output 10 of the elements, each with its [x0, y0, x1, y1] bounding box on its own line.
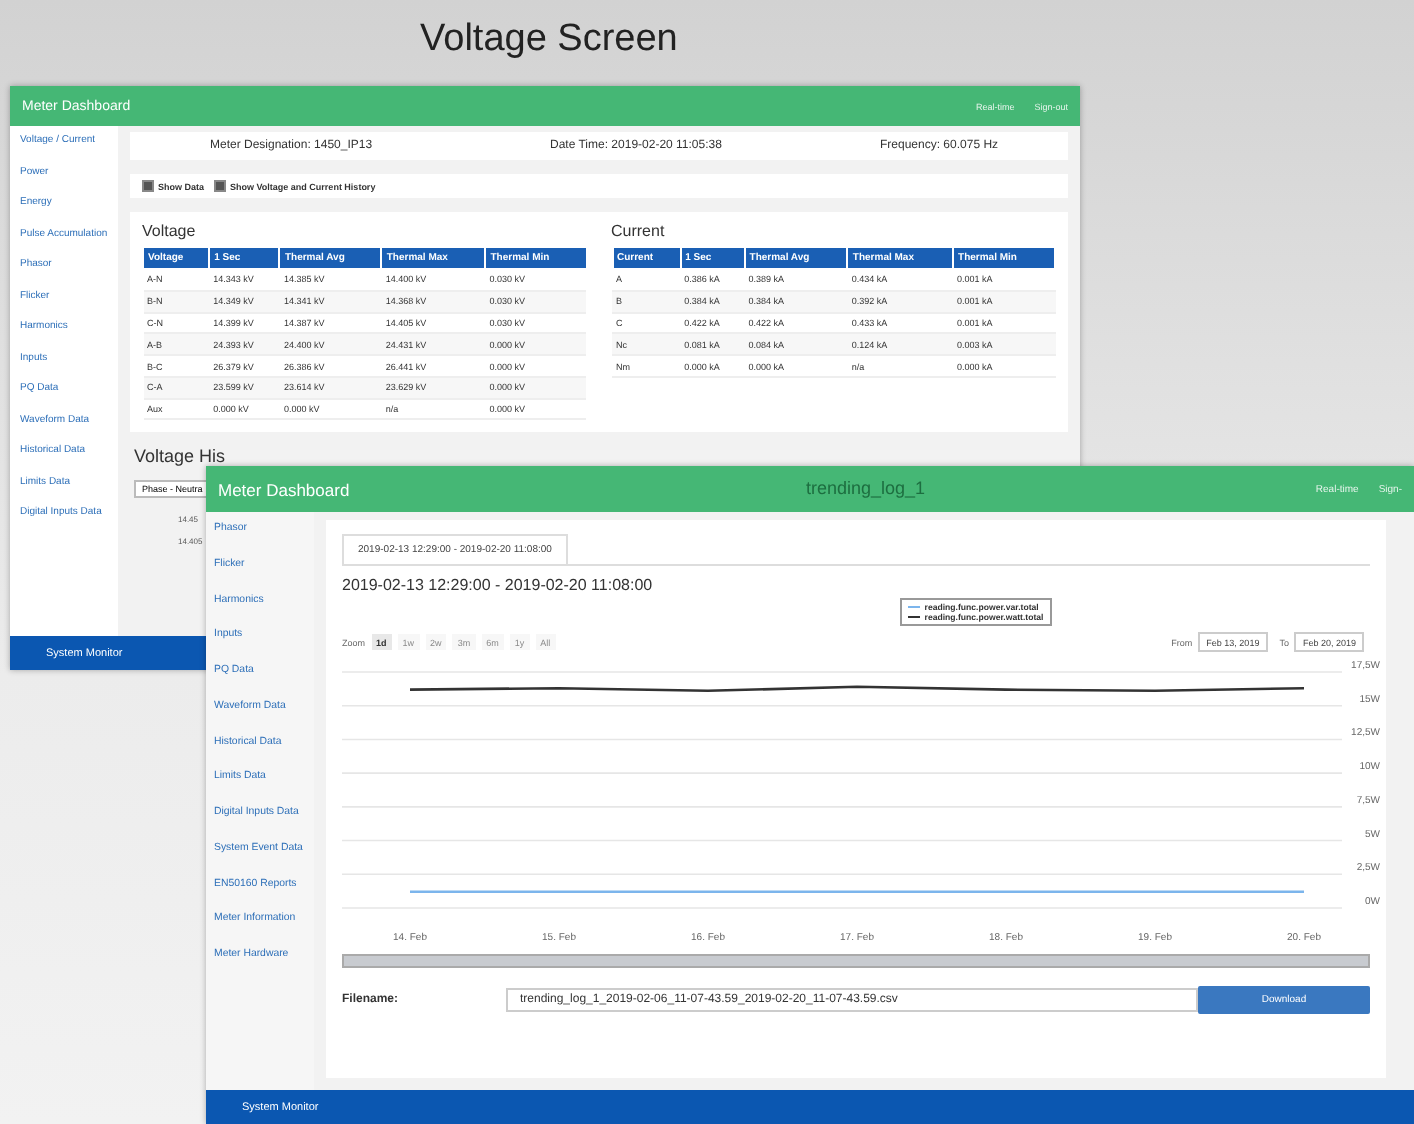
history-title: Voltage His [134, 446, 228, 467]
checkbox[interactable] [214, 180, 227, 192]
log-title: trending_log_1 [806, 478, 926, 498]
app-title: Meter Dashboard [218, 479, 350, 499]
screen-caption: Voltage Screen [418, 16, 680, 64]
table-title: Voltage [142, 222, 198, 240]
checkbox[interactable] [142, 180, 154, 192]
table-title: Current [611, 222, 667, 240]
scrollbar[interactable] [342, 954, 1370, 968]
range-heading: 2019-02-13 12:29:00 - 2019-02-20 11:08:00 [342, 576, 655, 594]
